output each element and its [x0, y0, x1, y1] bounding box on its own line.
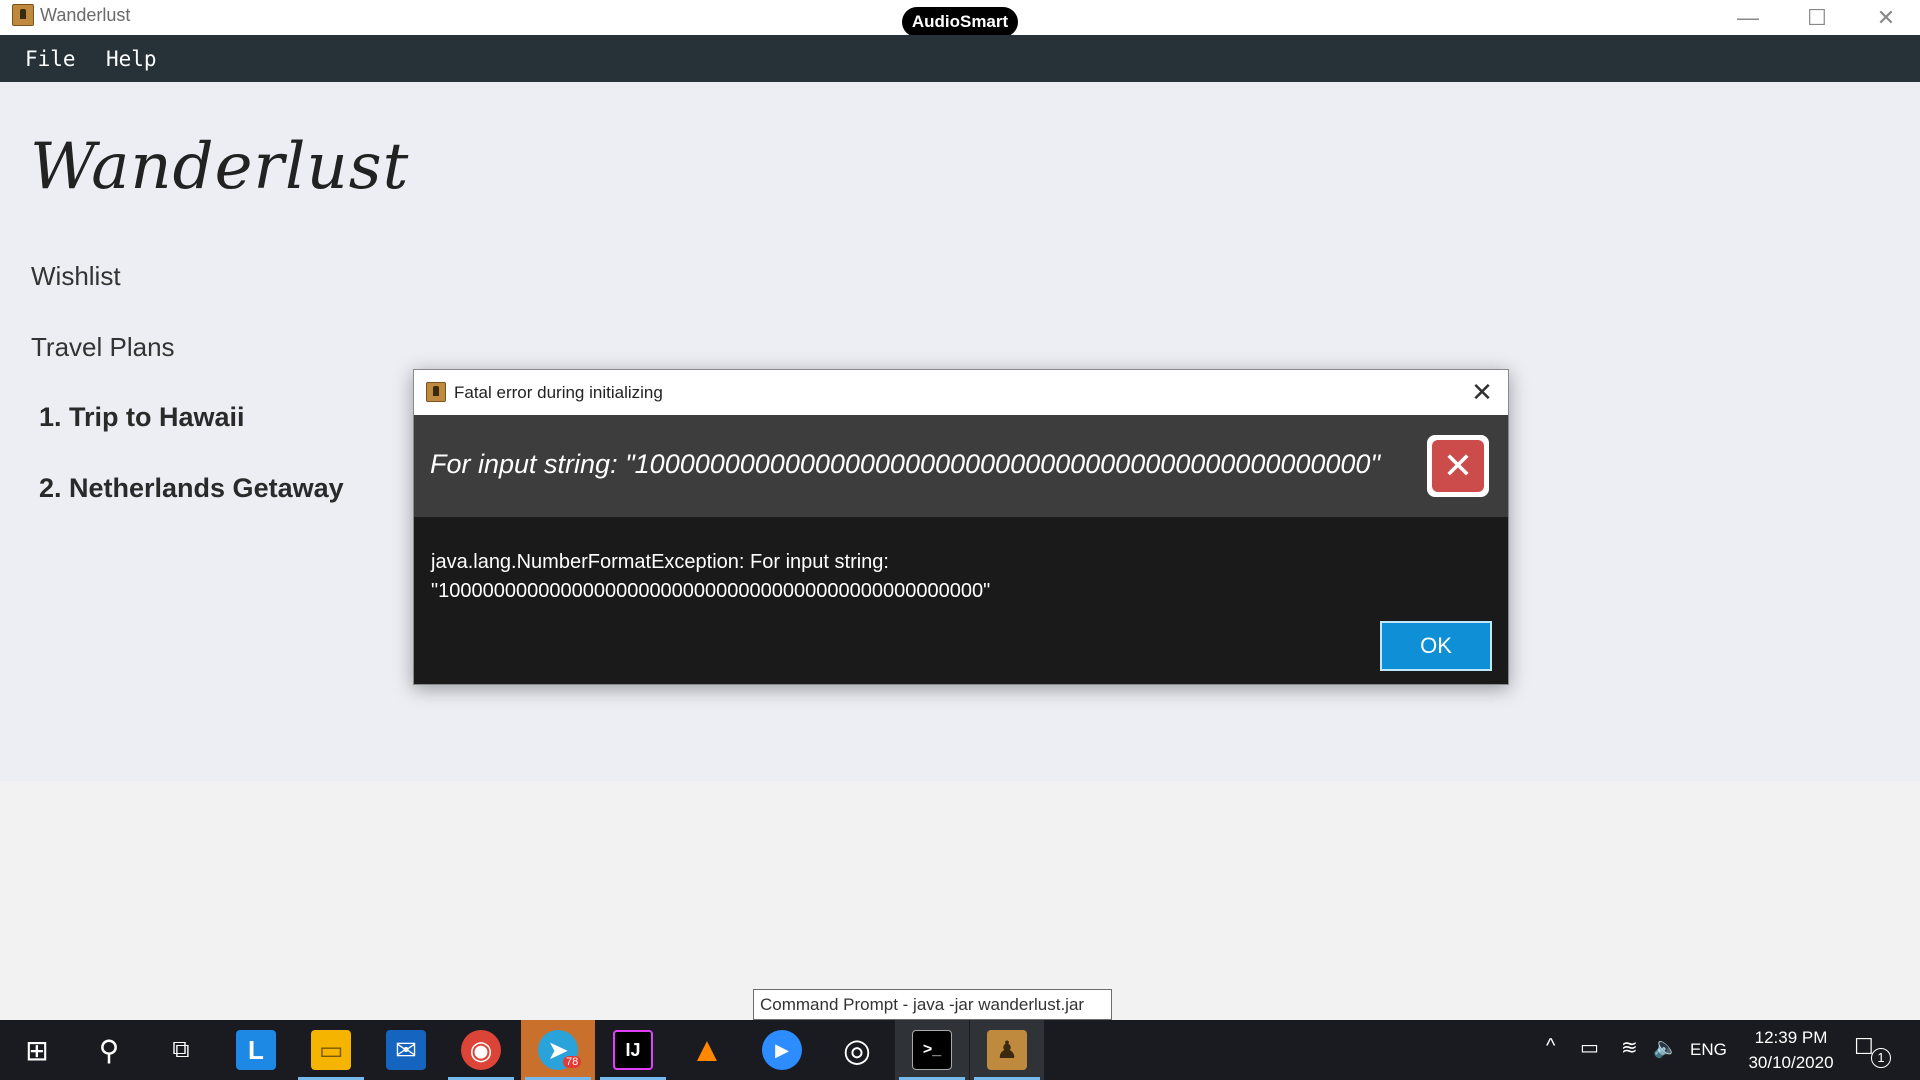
notifications-button[interactable]: ☐ 1 [1854, 1034, 1891, 1068]
dialog-exception-line1: java.lang.NumberFormatException: For inp… [431, 551, 889, 573]
dialog-app-icon [426, 382, 446, 402]
dialog-header-message: For input string: "100000000000000000000… [430, 449, 1381, 479]
taskbar-wanderlust[interactable]: ♟ [970, 1020, 1044, 1080]
window-title: Wanderlust [40, 5, 131, 25]
volume-icon[interactable]: 🔈 [1653, 1035, 1678, 1060]
plan-item-netherlands-getaway[interactable]: 2. Netherlands Getaway [39, 473, 344, 504]
nav-wishlist[interactable]: Wishlist [31, 261, 121, 292]
dialog-titlebar: Fatal error during initializing ✕ [414, 370, 1508, 415]
chrome-icon: ◉ [461, 1030, 501, 1070]
taskbar-file-explorer[interactable]: ▭ [294, 1020, 368, 1080]
taskbar-chrome[interactable]: ◉ [444, 1020, 518, 1080]
notification-count: 1 [1871, 1048, 1891, 1068]
dialog-title: Fatal error during initializing [454, 383, 663, 402]
system-clock[interactable]: 12:39 PM 30/10/2020 [1741, 1025, 1841, 1075]
taskbar-command-prompt[interactable]: >_ [895, 1020, 969, 1080]
dialog-exception-line2: "100000000000000000000000000000000000000… [431, 580, 991, 602]
command-prompt-icon: >_ [912, 1030, 952, 1070]
search-button[interactable]: ⚲ [72, 1020, 146, 1080]
clock-time: 12:39 PM [1754, 1028, 1828, 1047]
tray-overflow-chevron-icon[interactable]: ^ [1546, 1035, 1555, 1058]
intellij-icon: IJ [613, 1030, 653, 1070]
folder-icon: ▭ [311, 1030, 351, 1070]
telegram-badge: 78 [563, 1056, 582, 1068]
l-app-icon: L [236, 1030, 276, 1070]
error-dialog: Fatal error during initializing ✕ For in… [413, 369, 1509, 685]
app-icon [12, 4, 34, 26]
start-button[interactable]: ⊞ [0, 1020, 74, 1080]
dialog-close-icon[interactable]: ✕ [1464, 376, 1500, 408]
taskbar-l-app[interactable]: L [219, 1020, 293, 1080]
menu-help[interactable]: Help [106, 47, 157, 71]
minimize-button[interactable]: — [1713, 0, 1783, 35]
lens-icon: ◎ [843, 1032, 871, 1068]
zoom-icon: ▶ [762, 1030, 802, 1070]
vlc-icon: ▲ [690, 1030, 724, 1069]
wanderlust-icon: ♟ [987, 1030, 1027, 1070]
error-x-icon: ✕ [1432, 440, 1484, 492]
menubar: File Help [0, 35, 1920, 82]
clock-date: 30/10/2020 [1748, 1053, 1834, 1072]
task-view-icon: ⧉ [172, 1036, 190, 1063]
maximize-button[interactable]: ☐ [1782, 0, 1852, 35]
task-view-button[interactable]: ⧉ [144, 1020, 218, 1080]
wifi-icon[interactable]: ≋ [1621, 1035, 1638, 1060]
taskbar-intellij[interactable]: IJ [596, 1020, 670, 1080]
nav-travel-plans[interactable]: Travel Plans [31, 332, 175, 363]
taskbar: ⊞ ⚲ ⧉ L ▭ ✉ ◉ ➤ 78 IJ ▲ ▶ ◎ >_ ♟ ^ ▭ ≋ 🔈… [0, 1020, 1920, 1080]
taskbar-tooltip: Command Prompt - java -jar wanderlust.ja… [753, 989, 1112, 1020]
windows-icon: ⊞ [25, 1034, 49, 1066]
mail-icon: ✉ [386, 1030, 426, 1070]
taskbar-zoom[interactable]: ▶ [745, 1020, 819, 1080]
dialog-header: For input string: "100000000000000000000… [414, 415, 1508, 517]
wanderlust-logo: Wanderlust [30, 130, 410, 204]
audiosmart-badge[interactable]: AudioSmart [902, 7, 1018, 37]
language-indicator[interactable]: ENG [1690, 1040, 1727, 1060]
battery-icon[interactable]: ▭ [1580, 1035, 1599, 1060]
close-button[interactable]: ✕ [1851, 0, 1920, 35]
taskbar-telegram[interactable]: ➤ 78 [521, 1020, 595, 1080]
search-icon: ⚲ [98, 1034, 120, 1066]
plan-item-trip-to-hawaii[interactable]: 1. Trip to Hawaii [39, 402, 245, 433]
taskbar-mail[interactable]: ✉ [369, 1020, 443, 1080]
error-icon: ✕ [1427, 435, 1489, 497]
ok-button[interactable]: OK [1380, 621, 1492, 671]
window-titlebar: Wanderlust AudioSmart — ☐ ✕ [0, 0, 1920, 37]
taskbar-lens[interactable]: ◎ [820, 1020, 894, 1080]
taskbar-vlc[interactable]: ▲ [670, 1020, 744, 1080]
dialog-body: java.lang.NumberFormatException: For inp… [431, 548, 1491, 606]
content-lower-area [0, 781, 1920, 1020]
menu-file[interactable]: File [25, 47, 76, 71]
